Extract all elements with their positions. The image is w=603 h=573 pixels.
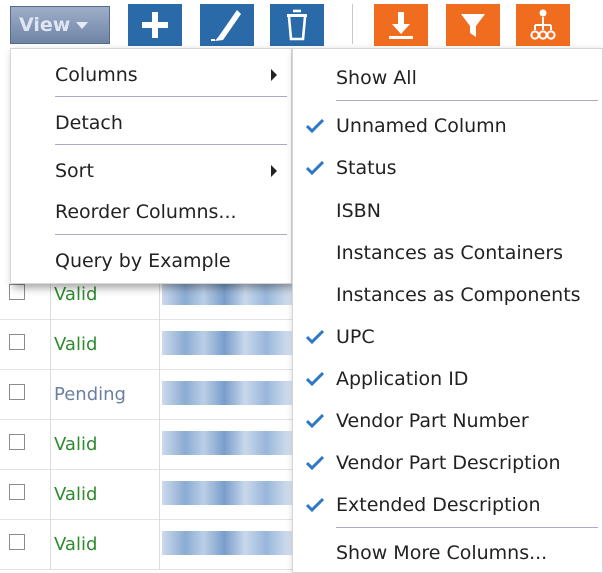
column-option-vendor-part-description[interactable]: Vendor Part Description [293,443,602,483]
column-option-status[interactable]: Status [293,148,602,188]
menu-item-label: UPC [336,326,375,348]
row-checkbox[interactable] [9,434,25,450]
row-checkbox[interactable] [9,284,25,300]
row-checkbox[interactable] [9,384,25,400]
menu-item-columns[interactable]: Columns [11,55,291,95]
export-icon [389,12,413,39]
view-menu-button[interactable]: View [10,6,110,44]
checkmark-icon [306,161,324,175]
menu-item-label: Extended Description [336,494,541,516]
menu-item-label: Columns [55,64,138,86]
columns-submenu: Show All Unnamed Column Status ISBN Inst… [292,48,603,573]
menu-item-label: Unnamed Column [336,115,507,137]
blurred-cell [162,481,292,505]
column-option-unnamed-column[interactable]: Unnamed Column [293,106,602,146]
menu-item-label: Query by Example [55,250,231,272]
menu-item-sort[interactable]: Sort [11,151,291,191]
menu-item-query-by-example[interactable]: Query by Example [11,241,291,281]
edit-button[interactable] [200,4,254,46]
checkmark-icon [306,330,324,344]
menu-item-label: Show All [336,67,417,89]
column-option-application-id[interactable]: Application ID [293,359,602,399]
status-cell: Valid [50,469,160,519]
row-checkbox[interactable] [9,534,25,550]
status-cell: Valid [50,519,160,569]
chevron-right-icon [271,165,277,177]
add-button[interactable] [128,4,182,46]
row-checkbox[interactable] [9,334,25,350]
menu-divider [336,100,598,101]
checkmark-icon [306,456,324,470]
menu-divider [55,234,287,235]
chevron-right-icon [271,69,277,81]
menu-divider [55,144,287,145]
table-row: Valid [0,519,300,570]
column-option-isbn[interactable]: ISBN [293,191,602,231]
chevron-down-icon [76,21,89,29]
menu-item-label: Detach [55,112,123,134]
delete-icon [287,9,307,41]
filter-button[interactable] [446,4,500,46]
export-button[interactable] [374,4,428,46]
edit-icon [211,10,241,41]
menu-divider [55,96,287,97]
column-option-upc[interactable]: UPC [293,317,602,357]
column-option-extended-description[interactable]: Extended Description [293,485,602,525]
menu-item-label: ISBN [336,200,381,222]
add-icon [142,12,168,38]
table-row: Valid [0,419,300,470]
view-menu-label: View [19,14,71,36]
menu-item-label: Instances as Components [336,284,581,306]
hierarchy-icon [530,9,556,40]
menu-item-label: Vendor Part Number [336,410,529,432]
status-cell: Valid [50,419,160,469]
table-row: Valid [0,319,300,370]
checkmark-icon [306,119,324,133]
menu-item-label: Status [336,157,397,179]
checkmark-icon [306,372,324,386]
column-option-instances-as-containers[interactable]: Instances as Containers [293,233,602,273]
column-option-instances-as-components[interactable]: Instances as Components [293,275,602,315]
blurred-cell [162,331,292,355]
blurred-cell [162,281,292,305]
menu-item-label: Instances as Containers [336,242,564,264]
menu-item-label: Sort [55,160,94,182]
menu-item-label: Show More Columns... [336,542,548,564]
row-checkbox[interactable] [9,484,25,500]
filter-icon [461,14,485,37]
menu-item-label: Reorder Columns... [55,201,237,223]
menu-item-detach[interactable]: Detach [11,103,291,143]
toolbar: View [0,0,603,46]
checkmark-icon [306,498,324,512]
status-cell: Pending [50,369,160,419]
view-menu: Columns Detach Sort Reorder Columns... Q… [10,48,292,284]
status-cell: Valid [50,319,160,369]
menu-item-label: Vendor Part Description [336,452,561,474]
menu-item-reorder-columns[interactable]: Reorder Columns... [11,192,291,232]
blurred-cell [162,431,292,455]
hierarchy-button[interactable] [516,4,570,46]
column-option-vendor-part-number[interactable]: Vendor Part Number [293,401,602,441]
menu-item-label: Application ID [336,368,469,390]
menu-divider [336,527,598,528]
delete-button[interactable] [270,4,324,46]
table-row: Pending [0,369,300,420]
toolbar-separator [352,4,353,44]
blurred-cell [162,531,292,555]
table-row: Valid [0,469,300,520]
blurred-cell [162,381,292,405]
column-option-show-more-columns[interactable]: Show More Columns... [293,533,602,573]
column-option-show-all[interactable]: Show All [293,58,602,98]
checkmark-icon [306,414,324,428]
